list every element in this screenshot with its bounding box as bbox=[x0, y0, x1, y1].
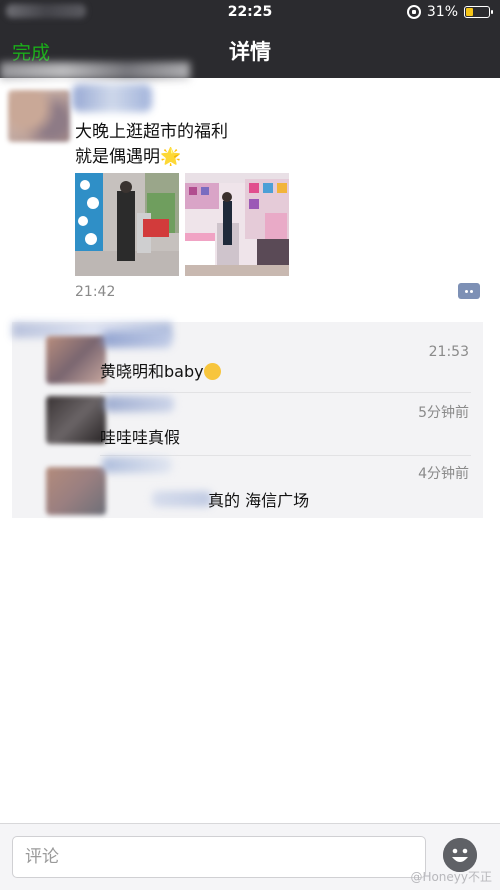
post-text-line-2-text: 就是偶遇明 bbox=[75, 147, 160, 167]
laugh-emoji-icon bbox=[203, 363, 221, 380]
commenter-name-blur[interactable] bbox=[102, 332, 172, 348]
emoji-face-icon bbox=[443, 838, 477, 872]
post-text-line-1: 大晚上逛超市的福利 bbox=[75, 122, 228, 142]
orientation-lock-icon bbox=[406, 5, 421, 19]
comment-icon[interactable] bbox=[458, 283, 480, 299]
post-photo-1[interactable] bbox=[75, 173, 179, 276]
comment-text-content: 黄晓明和baby bbox=[100, 362, 204, 381]
comment-item[interactable]: 真的 海信广场 4分钟前 bbox=[12, 457, 483, 519]
comment-time: 5分钟前 bbox=[418, 405, 469, 421]
comment-time: 4分钟前 bbox=[418, 466, 469, 482]
avatar[interactable] bbox=[46, 467, 106, 515]
comment-text: 黄晓明和baby bbox=[100, 358, 221, 382]
star-icon: 🌟 bbox=[160, 147, 182, 167]
top-bar: 22:25 31% 完成 详情 bbox=[0, 0, 500, 80]
post-text-line-2: 就是偶遇明🌟 bbox=[75, 145, 228, 170]
photo-2-image bbox=[185, 173, 289, 276]
divider bbox=[100, 392, 471, 393]
post-text: 大晚上逛超市的福利 就是偶遇明🌟 bbox=[75, 120, 228, 170]
status-right: 31% bbox=[406, 4, 493, 20]
avatar[interactable] bbox=[8, 90, 70, 142]
watermark: @Honeyy不正 bbox=[410, 870, 492, 884]
commenter-reply-blur bbox=[152, 491, 212, 507]
battery-icon bbox=[464, 6, 493, 18]
battery-fill bbox=[466, 8, 473, 16]
comment-time: 21:53 bbox=[428, 344, 469, 360]
avatar[interactable] bbox=[46, 396, 106, 444]
divider bbox=[100, 455, 471, 456]
comment-dot bbox=[470, 289, 473, 293]
comment-input[interactable] bbox=[12, 836, 426, 878]
comment-text: 真的 海信广场 bbox=[208, 491, 310, 510]
comment-text: 哇哇哇真假 bbox=[100, 428, 181, 447]
comment-item[interactable]: 哇哇哇真假 5分钟前 bbox=[12, 394, 483, 456]
commenter-name-blur[interactable] bbox=[104, 396, 174, 412]
post-time: 21:42 bbox=[75, 284, 116, 300]
emoji-button[interactable] bbox=[443, 838, 477, 872]
comments-panel: 黄晓明和baby 21:53 哇哇哇真假 5分钟前 真的 海信广场 4分钟前 bbox=[12, 322, 483, 518]
avatar[interactable] bbox=[46, 336, 106, 384]
post-author-blur[interactable] bbox=[72, 84, 152, 112]
comment-item[interactable]: 黄晓明和baby 21:53 bbox=[12, 332, 483, 394]
comment-dot bbox=[465, 289, 468, 293]
commenter-name-blur[interactable] bbox=[102, 457, 172, 473]
photo-1-image bbox=[75, 173, 179, 276]
nav-blur bbox=[0, 62, 190, 80]
battery-percent: 31% bbox=[426, 4, 458, 20]
post-photo-2[interactable] bbox=[185, 173, 289, 276]
